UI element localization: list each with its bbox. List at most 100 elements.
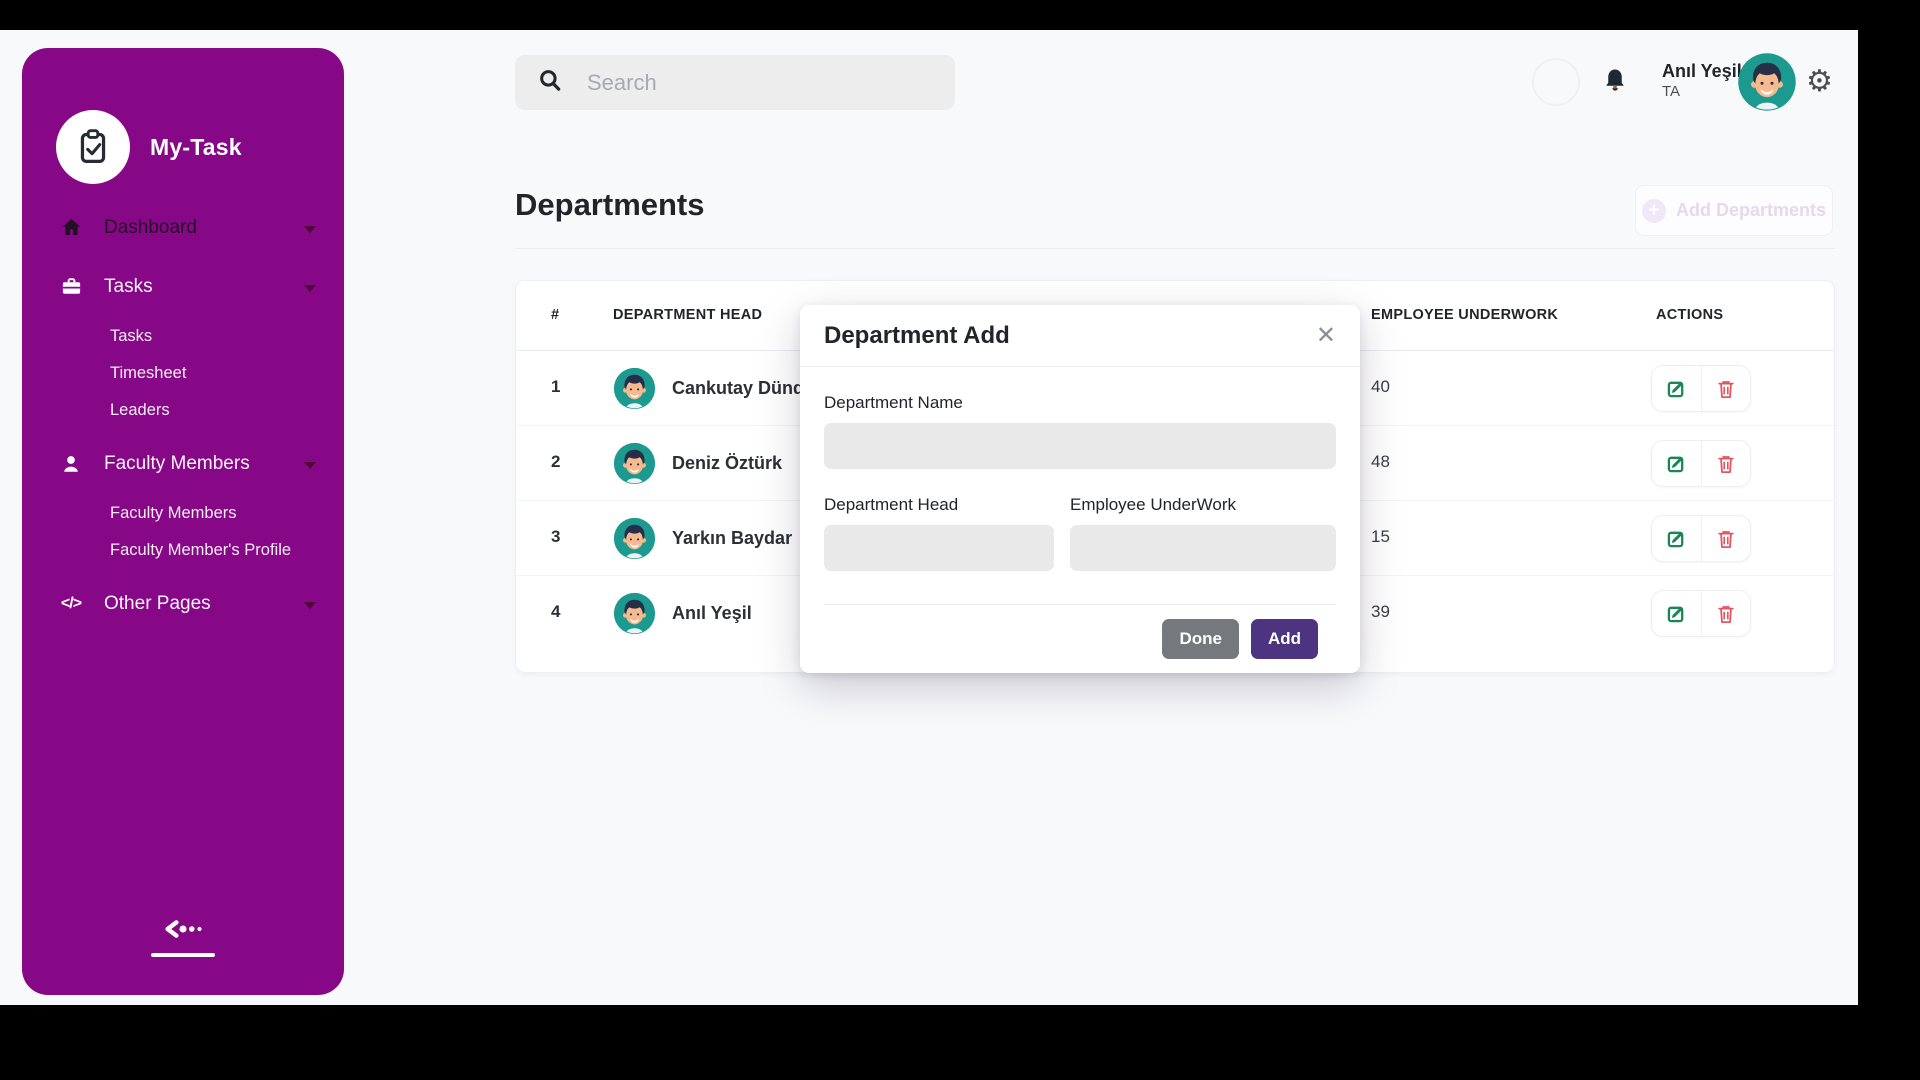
chevron-down-icon [304, 602, 316, 609]
status-circle [1532, 58, 1580, 106]
edit-button[interactable] [1652, 441, 1702, 486]
avatar [613, 592, 656, 635]
sidebar-collapse-button[interactable] [22, 920, 344, 957]
chevron-down-icon [304, 285, 316, 292]
sidebar-item-dashboard[interactable]: Dashboard [22, 204, 344, 251]
chevron-down-icon [304, 462, 316, 469]
home-icon [58, 216, 84, 239]
department-head-name: Deniz Öztürk [672, 453, 782, 474]
row-actions [1651, 440, 1751, 487]
department-head-name: Yarkın Baydar [672, 528, 792, 549]
letterbox-right [1858, 0, 1920, 1080]
sidebar-item-faculty-members[interactable]: Faculty Members [22, 441, 344, 487]
modal-title: Department Add [824, 322, 1010, 350]
row-actions [1651, 515, 1751, 562]
sidebar-item-label: Other Pages [104, 593, 211, 615]
employee-underwork-value: 15 [1371, 527, 1390, 547]
sidebar-subitem-leaders[interactable]: Leaders [22, 392, 344, 429]
close-icon[interactable]: ✕ [1316, 324, 1336, 348]
add-departments-label: Add Departments [1676, 200, 1826, 221]
brand-area[interactable]: My-Task [56, 110, 344, 184]
collapse-arrow-icon [161, 920, 205, 943]
clipboard-logo-icon [56, 110, 130, 184]
search-box [515, 55, 955, 110]
sidebar-subitem-tasks[interactable]: Tasks [22, 318, 344, 355]
department-name-input[interactable] [824, 423, 1336, 469]
sidebar-subitem-faculty-profile[interactable]: Faculty Member's Profile [22, 532, 344, 569]
person-icon [58, 453, 84, 475]
sidebar-item-label: Tasks [104, 276, 153, 298]
department-head-name: Anıl Yeşil [672, 603, 752, 624]
brand-title: My-Task [150, 134, 242, 161]
edit-button[interactable] [1652, 366, 1702, 411]
search-input[interactable] [587, 70, 933, 96]
modal-footer: Done Add [824, 604, 1336, 659]
letterbox-top [0, 0, 1920, 30]
sidebar-nav: Dashboard Tasks Tasks Timesheet Leaders [22, 204, 344, 627]
modal-body: Department Name Department Head Employee… [800, 393, 1360, 659]
notification-bell-icon[interactable] [1600, 66, 1630, 101]
faculty-submenu: Faculty Members Faculty Member's Profile [22, 495, 344, 569]
department-head-cell: Yarkın Baydar [613, 517, 792, 560]
row-index: 3 [551, 527, 560, 547]
employee-underwork-input[interactable] [1070, 525, 1336, 571]
delete-button[interactable] [1702, 516, 1751, 561]
avatar [613, 517, 656, 560]
code-icon: </> [58, 595, 84, 613]
department-head-cell: Anıl Yeşil [613, 592, 752, 635]
add-departments-button[interactable]: + Add Departments [1635, 185, 1833, 236]
col-header-department-head: DEPARTMENT HEAD [613, 307, 762, 323]
search-icon [537, 67, 563, 98]
sidebar: My-Task Dashboard Tasks [22, 48, 344, 995]
sidebar-item-label: Dashboard [104, 217, 197, 239]
department-head-name: Cankutay Dünda [672, 378, 814, 399]
collapse-underline [151, 953, 215, 957]
department-add-modal: Department Add ✕ Department Name Departm… [800, 305, 1360, 673]
letterbox-bottom [0, 1005, 1920, 1080]
row-actions [1651, 365, 1751, 412]
add-button[interactable]: Add [1251, 619, 1318, 659]
sidebar-item-label: Faculty Members [104, 453, 250, 475]
edit-button[interactable] [1652, 591, 1702, 636]
avatar [613, 367, 656, 410]
page-title: Departments [515, 187, 705, 223]
delete-button[interactable] [1702, 591, 1751, 636]
employee-underwork-value: 39 [1371, 602, 1390, 622]
delete-button[interactable] [1702, 366, 1751, 411]
title-divider [515, 248, 1835, 249]
row-actions [1651, 590, 1751, 637]
user-menu[interactable]: Anıl Yeşil TA [1662, 60, 1742, 101]
employee-underwork-value: 48 [1371, 452, 1390, 472]
edit-button[interactable] [1652, 516, 1702, 561]
gear-icon[interactable]: ⚙ [1806, 64, 1833, 99]
row-index: 4 [551, 602, 560, 622]
row-index: 2 [551, 452, 560, 472]
user-name: Anıl Yeşil [1662, 60, 1742, 83]
user-role: TA [1662, 83, 1742, 102]
avatar[interactable] [1737, 52, 1797, 112]
sidebar-subitem-timesheet[interactable]: Timesheet [22, 355, 344, 392]
col-header-actions: ACTIONS [1656, 307, 1723, 323]
employee-underwork-label: Employee UnderWork [1070, 495, 1336, 515]
department-head-input[interactable] [824, 525, 1054, 571]
sidebar-item-tasks[interactable]: Tasks [22, 263, 344, 310]
briefcase-icon [58, 275, 84, 298]
employee-underwork-value: 40 [1371, 377, 1390, 397]
col-header-employee-underwork: EMPLOYEE UNDERWORK [1371, 307, 1558, 323]
sidebar-subitem-faculty-members[interactable]: Faculty Members [22, 495, 344, 532]
modal-header: Department Add ✕ [800, 305, 1360, 367]
avatar [613, 442, 656, 485]
department-head-cell: Cankutay Dünda [613, 367, 814, 410]
done-button[interactable]: Done [1162, 619, 1239, 659]
sidebar-item-other-pages[interactable]: </> Other Pages [22, 581, 344, 627]
plus-icon: + [1642, 199, 1666, 223]
row-index: 1 [551, 377, 560, 397]
col-header-index: # [551, 307, 559, 323]
department-head-label: Department Head [824, 495, 1054, 515]
department-head-cell: Deniz Öztürk [613, 442, 782, 485]
department-name-label: Department Name [824, 393, 1336, 413]
delete-button[interactable] [1702, 441, 1751, 486]
chevron-down-icon [304, 226, 316, 233]
app-canvas: My-Task Dashboard Tasks [0, 30, 1858, 1005]
tasks-submenu: Tasks Timesheet Leaders [22, 318, 344, 429]
